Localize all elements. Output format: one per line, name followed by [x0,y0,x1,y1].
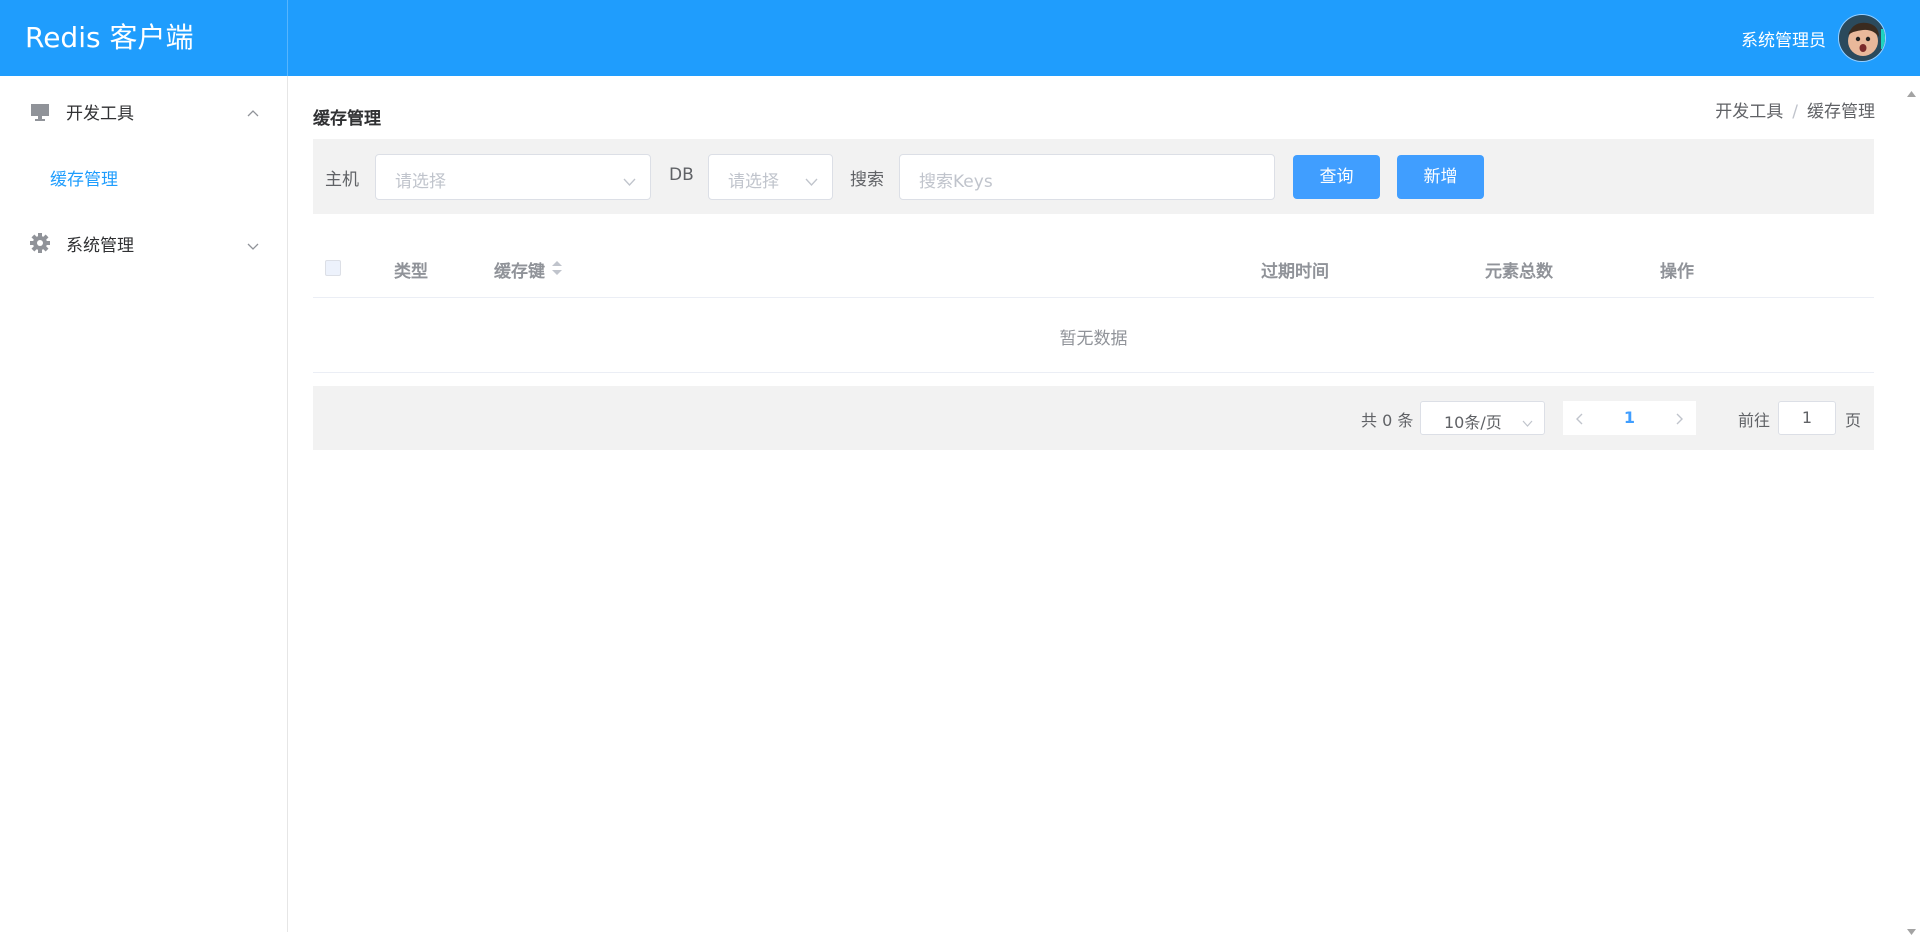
search-label: 搜索 [850,170,884,190]
db-select[interactable]: 请选择 [708,154,833,200]
sidebar-item-label: 缓存管理 [50,170,118,190]
page-size-select[interactable]: 10条/页 [1420,401,1545,435]
user-name[interactable]: 系统管理员 [1741,26,1826,51]
page-size-value: 10条/页 [1444,413,1502,432]
pager: 1 [1563,401,1696,435]
sidebar: 开发工具 缓存管理 系统管理 [0,76,288,932]
sidebar-group-label: 系统管理 [66,235,134,256]
empty-text: 暂无数据 [1059,329,1128,349]
column-header-element-count: 元素总数 [1485,262,1553,282]
pagination: 共 0 条 10条/页 1 前往 1 页 [313,386,1874,450]
monitor-icon [29,100,51,122]
chevron-down-icon [1522,414,1533,427]
search-input[interactable]: 搜索Keys [899,154,1275,200]
breadcrumb-separator: / [1792,102,1798,122]
column-header-cache-key[interactable]: 缓存键 [494,257,545,282]
host-select[interactable]: 请选择 [375,154,651,200]
sort-icon[interactable] [551,259,563,277]
gear-icon [29,232,51,254]
app-brand: Redis 客户端 [0,0,288,76]
chevron-down-icon [247,237,259,250]
add-button[interactable]: 新增 [1397,155,1484,199]
column-header-expire-time: 过期时间 [1261,262,1329,282]
user-menu[interactable]: 系统管理员 [1741,14,1886,62]
avatar[interactable] [1838,14,1886,62]
search-input-placeholder: 搜索Keys [919,172,993,192]
sidebar-group-label: 开发工具 [66,103,134,124]
scroll-down-arrow-icon[interactable] [1907,920,1916,935]
table-empty-row: 暂无数据 [313,298,1874,373]
column-header-type: 类型 [394,262,428,282]
query-button[interactable]: 查询 [1293,155,1380,199]
goto-page-input[interactable]: 1 [1778,401,1836,435]
main-content: 缓存管理 开发工具 / 缓存管理 主机 请选择 DB 请选择 搜索 搜索Keys 查… [289,76,1900,932]
breadcrumb-item-current: 缓存管理 [1807,102,1875,122]
host-label: 主机 [325,170,359,190]
db-label: DB [669,165,694,185]
goto-label: 前往 [1738,411,1771,430]
chevron-right-icon[interactable] [1672,411,1686,425]
host-select-placeholder: 请选择 [395,172,446,192]
sidebar-group-system-management[interactable]: 系统管理 [0,215,287,271]
vertical-scrollbar[interactable] [1903,76,1920,935]
table-header: 类型 缓存键 过期时间 元素总数 操作 [313,236,1874,298]
chevron-down-icon [805,173,818,186]
sidebar-group-dev-tools[interactable]: 开发工具 [0,83,287,139]
breadcrumb: 开发工具 / 缓存管理 [1715,97,1875,122]
breadcrumb-item-dev-tools[interactable]: 开发工具 [1715,102,1783,122]
sidebar-item-cache-management[interactable]: 缓存管理 [0,148,287,204]
column-header-actions: 操作 [1660,262,1694,282]
db-select-placeholder: 请选择 [728,172,779,192]
pagination-total: 共 0 条 [1361,411,1414,430]
select-all-checkbox[interactable] [325,260,341,276]
scroll-up-arrow-icon[interactable] [1907,82,1916,97]
page-title: 缓存管理 [313,109,381,129]
chevron-up-icon [247,105,259,117]
chevron-down-icon [623,173,636,186]
filter-bar: 主机 请选择 DB 请选择 搜索 搜索Keys 查询 新增 [313,139,1874,214]
top-header: Redis 客户端 系统管理员 [0,0,1920,76]
goto-unit: 页 [1845,411,1862,430]
